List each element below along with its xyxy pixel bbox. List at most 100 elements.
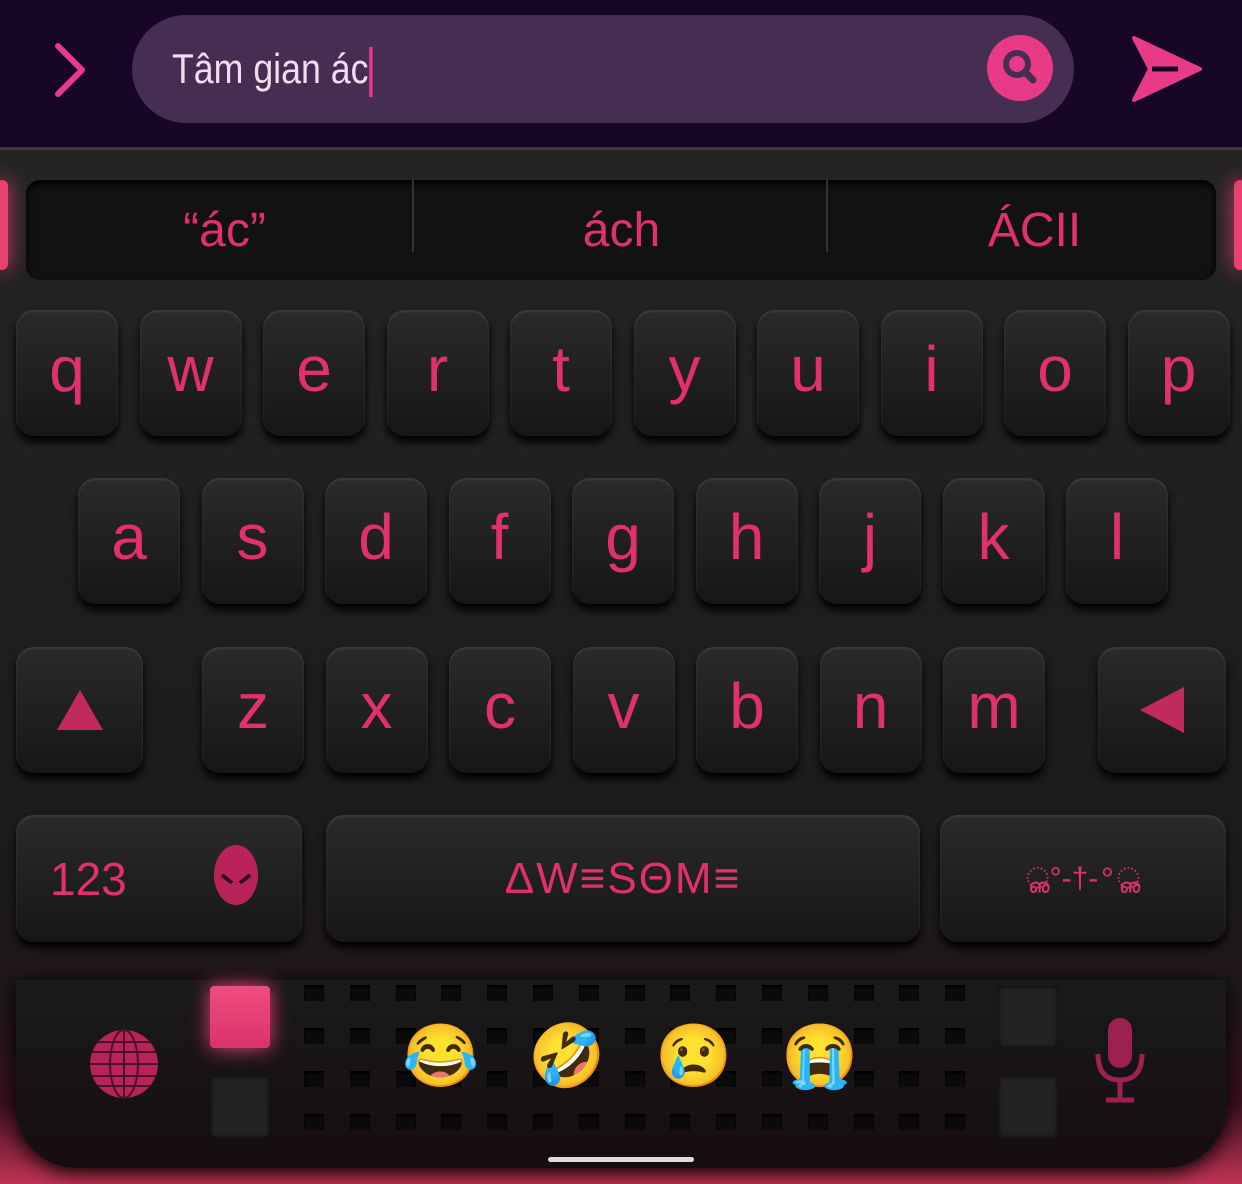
speaker-grille-hole bbox=[945, 985, 966, 1001]
key-t[interactable]: t bbox=[510, 310, 612, 436]
top-bar: Tâm gian ác bbox=[0, 0, 1242, 147]
space-key[interactable]: ΔW≡SΘM≡ bbox=[326, 815, 920, 942]
search-input[interactable]: Tâm gian ác bbox=[132, 15, 1074, 123]
speaker-grille-hole bbox=[487, 1028, 508, 1044]
speaker-grille-hole bbox=[533, 1114, 553, 1130]
key-i[interactable]: i bbox=[880, 310, 983, 436]
key-label: s bbox=[236, 501, 269, 573]
search-icon bbox=[1003, 50, 1037, 84]
key-z[interactable]: z bbox=[202, 647, 304, 773]
key-label: r bbox=[426, 333, 449, 405]
microphone-icon[interactable] bbox=[1092, 1018, 1148, 1104]
speaker-grille-hole bbox=[945, 1071, 966, 1087]
side-light-right bbox=[1234, 180, 1242, 270]
key-x[interactable]: x bbox=[325, 647, 428, 773]
side-light-left bbox=[0, 180, 8, 270]
emoji-joy[interactable]: 😂 bbox=[402, 1020, 479, 1094]
key-label: o bbox=[1037, 333, 1073, 405]
speaker-grille-hole bbox=[716, 1114, 737, 1130]
home-indicator[interactable] bbox=[548, 1157, 694, 1162]
key-p[interactable]: p bbox=[1127, 310, 1230, 436]
key-label: f bbox=[490, 501, 509, 573]
speaker-grille-hole bbox=[670, 1114, 691, 1130]
key-label: n bbox=[852, 670, 889, 742]
speaker-grille-hole bbox=[349, 985, 370, 1001]
indicator-light-off bbox=[998, 1076, 1058, 1138]
key-n[interactable]: n bbox=[819, 647, 922, 773]
speaker-grille-hole bbox=[349, 1114, 370, 1130]
speaker-grille-hole bbox=[487, 985, 508, 1001]
key-m[interactable]: m bbox=[943, 647, 1045, 773]
speaker-grille-hole bbox=[899, 985, 920, 1001]
speaker-grille-hole bbox=[762, 1071, 782, 1087]
key-label: a bbox=[111, 501, 147, 573]
speaker-grille-hole bbox=[716, 985, 737, 1001]
key-label: z bbox=[237, 670, 269, 742]
numbers-key-label: 123 bbox=[50, 852, 127, 905]
chevron-right-icon[interactable] bbox=[50, 40, 90, 100]
indicator-light-on bbox=[210, 986, 270, 1048]
backspace-key[interactable] bbox=[1098, 647, 1226, 773]
key-label: i bbox=[924, 333, 939, 405]
key-h[interactable]: h bbox=[695, 478, 798, 604]
search-button[interactable] bbox=[987, 35, 1053, 101]
key-r[interactable]: r bbox=[386, 310, 489, 436]
search-input-value: Tâm gian ác bbox=[172, 45, 369, 92]
speaker-grille-hole bbox=[487, 1114, 508, 1130]
send-icon[interactable] bbox=[1130, 34, 1202, 104]
key-k[interactable]: k bbox=[942, 478, 1045, 604]
key-s[interactable]: s bbox=[201, 478, 304, 604]
emoji-cry[interactable]: 😢 bbox=[655, 1020, 732, 1094]
globe-icon[interactable] bbox=[88, 1028, 160, 1100]
key-c[interactable]: c bbox=[449, 647, 551, 773]
key-d[interactable]: d bbox=[325, 478, 427, 604]
speaker-grille-hole bbox=[304, 1028, 324, 1044]
key-g[interactable]: g bbox=[572, 478, 674, 604]
key-j[interactable]: j bbox=[819, 478, 921, 604]
indicator-light-off bbox=[210, 1076, 270, 1138]
speaker-grille-hole bbox=[441, 985, 462, 1001]
speaker-grille-hole bbox=[441, 1114, 462, 1130]
speaker-grille-hole bbox=[853, 985, 874, 1001]
key-q[interactable]: q bbox=[16, 310, 118, 436]
key-w[interactable]: w bbox=[139, 310, 242, 436]
suggestion-2[interactable]: ách bbox=[423, 180, 820, 280]
speaker-grille-hole bbox=[853, 1114, 874, 1130]
speaker-grille-hole bbox=[670, 985, 691, 1001]
key-label: m bbox=[967, 670, 1021, 742]
text-caret bbox=[369, 46, 373, 97]
key-u[interactable]: u bbox=[757, 310, 859, 436]
speaker-grille-hole bbox=[762, 1028, 782, 1044]
numbers-key[interactable]: 123 bbox=[16, 815, 302, 942]
emoji-sob[interactable]: 😭 bbox=[781, 1020, 858, 1094]
key-label: h bbox=[728, 501, 765, 573]
key-e[interactable]: e bbox=[263, 310, 365, 436]
key-b[interactable]: b bbox=[696, 647, 798, 773]
speaker-grille-hole bbox=[533, 985, 553, 1001]
speaker-grille-hole bbox=[624, 1114, 645, 1130]
suggestion-1[interactable]: “ác” bbox=[26, 180, 423, 280]
shift-key[interactable] bbox=[16, 647, 143, 773]
speaker-grille-hole bbox=[945, 1114, 966, 1130]
emoji-rofl[interactable]: 🤣 bbox=[528, 1020, 605, 1094]
divider bbox=[826, 180, 828, 252]
space-key-label: ΔW≡SΘM≡ bbox=[504, 853, 742, 903]
key-f[interactable]: f bbox=[448, 478, 551, 604]
key-a[interactable]: a bbox=[78, 478, 180, 604]
speaker-grille-hole bbox=[395, 985, 416, 1001]
shift-arrow-icon bbox=[56, 690, 103, 730]
speaker-grille-hole bbox=[762, 1114, 782, 1130]
ornament-key[interactable]: ൢ°-†-°ൢ bbox=[940, 815, 1226, 942]
speaker-grille-hole bbox=[762, 985, 782, 1001]
speaker-grille-hole bbox=[807, 1114, 828, 1130]
key-v[interactable]: v bbox=[572, 647, 675, 773]
key-label: v bbox=[607, 670, 640, 742]
indicator-light-off bbox=[998, 986, 1058, 1048]
suggestion-3[interactable]: ÁCII bbox=[836, 180, 1233, 280]
key-y[interactable]: y bbox=[633, 310, 736, 436]
backspace-arrow-icon bbox=[1140, 687, 1184, 733]
key-l[interactable]: l bbox=[1066, 478, 1168, 604]
speaker-grille-hole bbox=[304, 1071, 324, 1087]
key-o[interactable]: o bbox=[1004, 310, 1106, 436]
ornament-key-label: ൢ°-†-°ൢ bbox=[1025, 861, 1141, 895]
